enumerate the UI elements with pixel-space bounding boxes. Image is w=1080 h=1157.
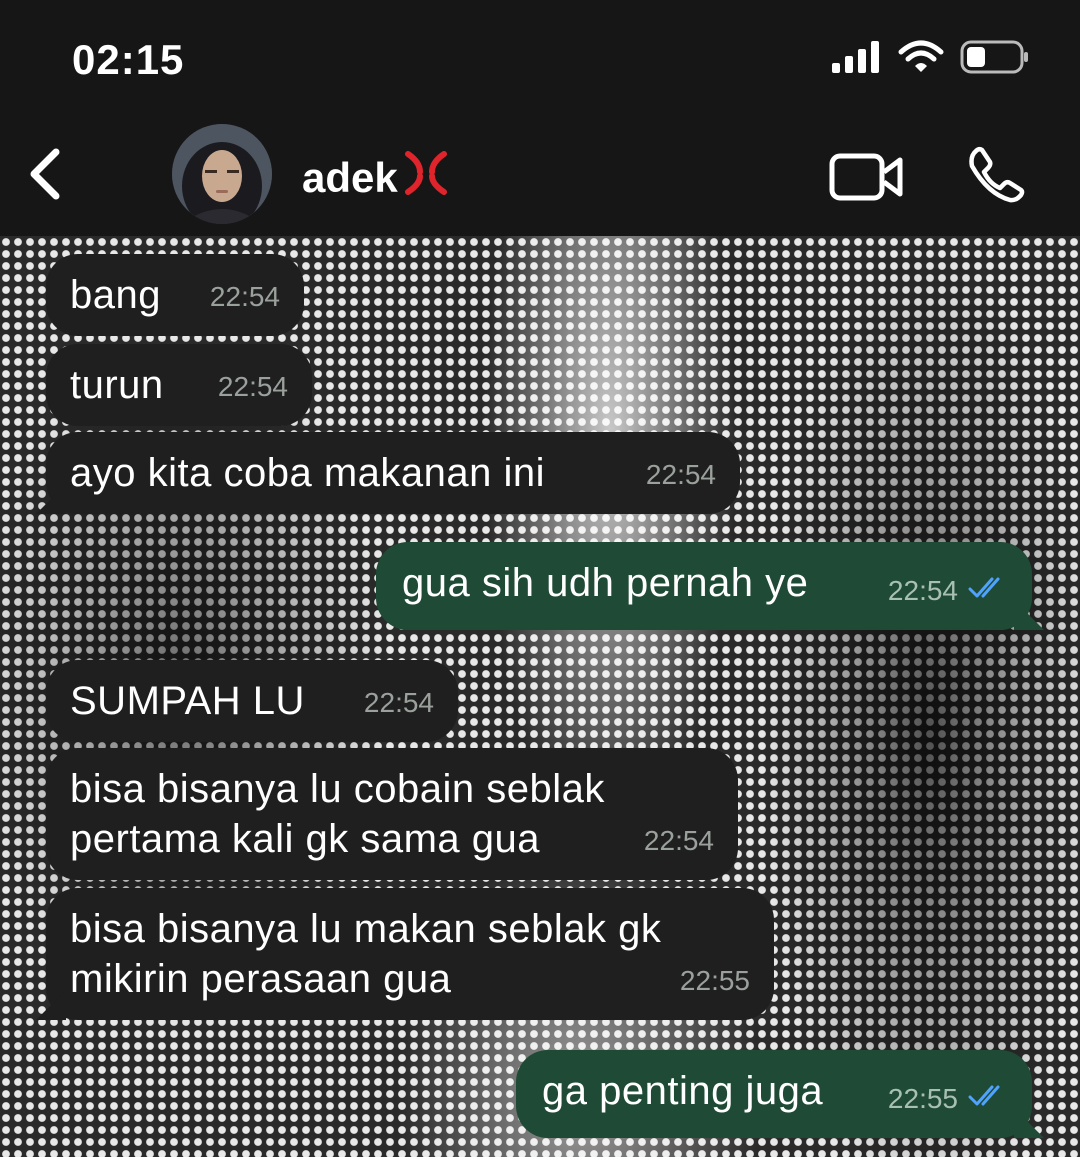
message-time: 22:54 (209, 281, 280, 312)
voice-call-button[interactable] (966, 144, 1026, 204)
chat-header: adek (0, 120, 1080, 236)
message-time: 22:55 (679, 965, 750, 996)
message-text: bisa bisanya lu makan seblak gk mikirin … (70, 907, 662, 1001)
battery-icon (960, 40, 1030, 79)
message-bubble-incoming[interactable]: SUMPAH LU 22:54 (46, 660, 458, 742)
contact-name[interactable]: adek (302, 150, 450, 206)
double-check-icon (968, 1074, 1008, 1124)
bubble-tail (36, 990, 66, 1020)
message-text: ayo kita coba makanan ini (70, 451, 545, 495)
contact-name-text: adek (302, 154, 398, 201)
status-bar: 02:15 (0, 0, 1080, 120)
message-time: 22:55 (887, 1083, 958, 1114)
message-text: bisa bisanya lu cobain seblak pertama ka… (70, 767, 605, 861)
wifi-icon (898, 40, 944, 79)
back-button[interactable] (22, 144, 72, 204)
chevron-left-icon (30, 148, 60, 200)
message-bubble-incoming[interactable]: bisa bisanya lu cobain seblak pertama ka… (46, 748, 738, 880)
bubble-tail (1014, 1108, 1044, 1138)
video-call-button[interactable] (828, 150, 906, 204)
message-bubble-outgoing[interactable]: gua sih udh pernah ye 22:54 (376, 542, 1044, 630)
video-camera-icon (829, 153, 903, 201)
bubble-tail (1014, 600, 1044, 630)
message-bubble-incoming[interactable]: ayo kita coba makanan ini 22:54 (36, 432, 740, 514)
message-time: 22:54 (643, 825, 714, 856)
message-bubble-incoming[interactable]: turun 22:54 (46, 344, 312, 426)
message-bubble-outgoing[interactable]: ga penting juga 22:55 (516, 1050, 1044, 1138)
status-time: 02:15 (72, 36, 185, 83)
avatar-image (172, 124, 272, 224)
message-time: 22:54 (363, 687, 434, 718)
message-time: 22:54 (645, 459, 716, 490)
signal-icon (832, 41, 882, 78)
message-bubble-incoming[interactable]: bang 22:54 (46, 254, 304, 336)
chat-area[interactable]: bang 22:54 turun 22:54 ayo kita coba mak… (0, 236, 1080, 1157)
avatar[interactable] (172, 124, 272, 224)
bubble-tail (36, 484, 66, 514)
message-time: 22:54 (887, 575, 958, 606)
status-icons (832, 40, 1030, 79)
anger-symbol-icon (402, 150, 450, 206)
message-bubble-incoming[interactable]: bisa bisanya lu makan seblak gk mikirin … (36, 888, 774, 1020)
message-time: 22:54 (217, 371, 288, 402)
double-check-icon (968, 566, 1008, 616)
phone-icon (969, 146, 1025, 203)
